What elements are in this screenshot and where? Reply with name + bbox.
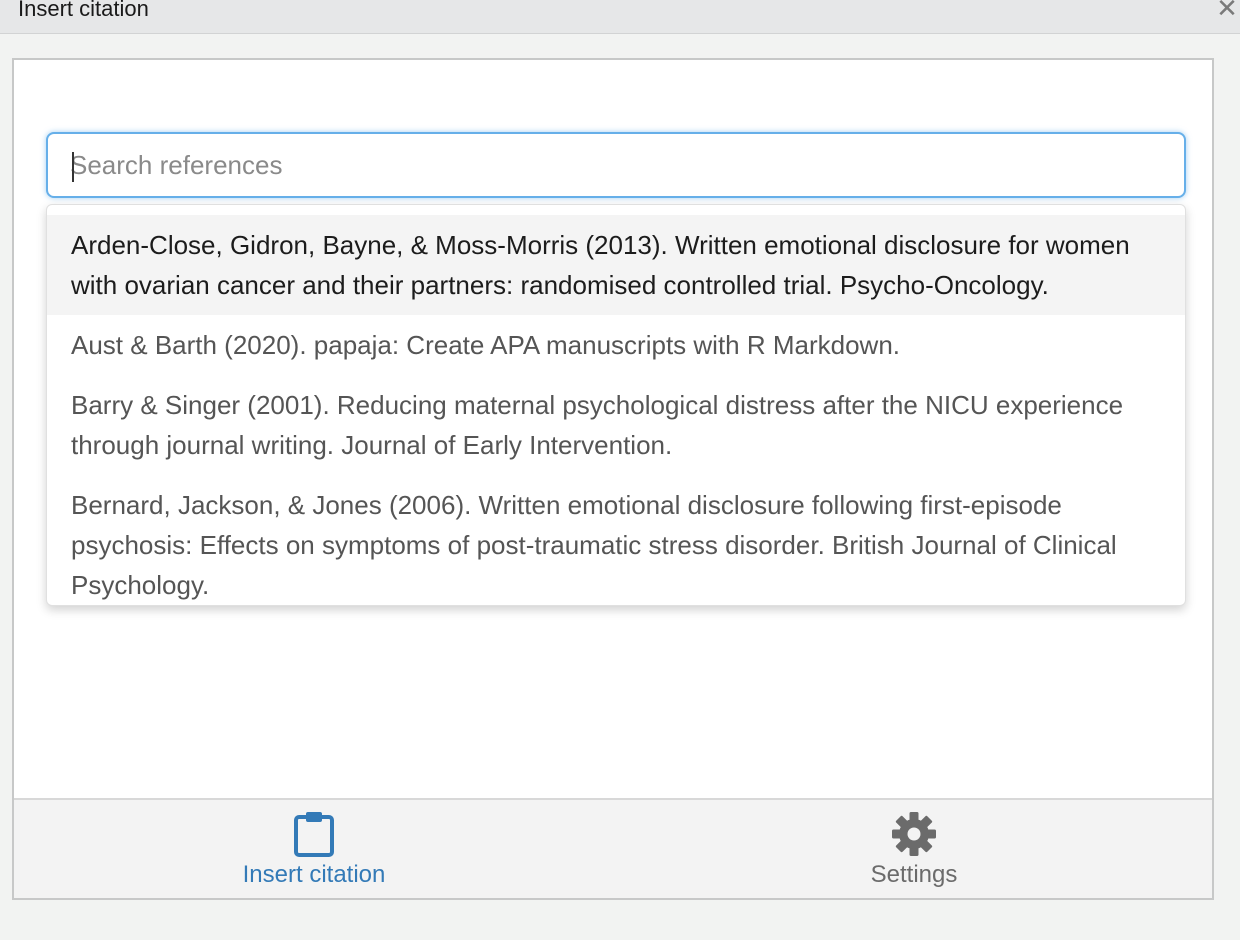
bottom-tab-bar: Insert citation Settings — [14, 798, 1212, 898]
dialog-titlebar: Insert citation ✕ — [0, 0, 1240, 34]
reference-item[interactable]: Bernard, Jackson, & Jones (2006). Writte… — [47, 475, 1185, 605]
close-icon[interactable]: ✕ — [1214, 0, 1240, 24]
dialog-title: Insert citation — [18, 0, 149, 21]
tab-settings-label: Settings — [870, 861, 958, 888]
reference-item[interactable]: Arden-Close, Gidron, Bayne, & Moss-Morri… — [47, 215, 1185, 315]
tab-insert-citation[interactable]: Insert citation — [14, 800, 614, 900]
tab-insert-citation-label: Insert citation — [242, 861, 386, 888]
gear-icon — [892, 812, 936, 856]
search-input[interactable] — [48, 134, 1184, 196]
search-box[interactable] — [46, 132, 1186, 198]
reference-item[interactable]: Barry & Singer (2001). Reducing maternal… — [47, 375, 1185, 475]
reference-item[interactable]: Aust & Barth (2020). papaja: Create APA … — [47, 315, 1185, 375]
clipboard-icon — [294, 812, 334, 857]
citation-panel: Arden-Close, Gidron, Bayne, & Moss-Morri… — [12, 58, 1214, 900]
reference-dropdown[interactable]: Arden-Close, Gidron, Bayne, & Moss-Morri… — [46, 204, 1186, 606]
tab-settings[interactable]: Settings — [614, 800, 1214, 900]
text-caret — [72, 152, 74, 182]
